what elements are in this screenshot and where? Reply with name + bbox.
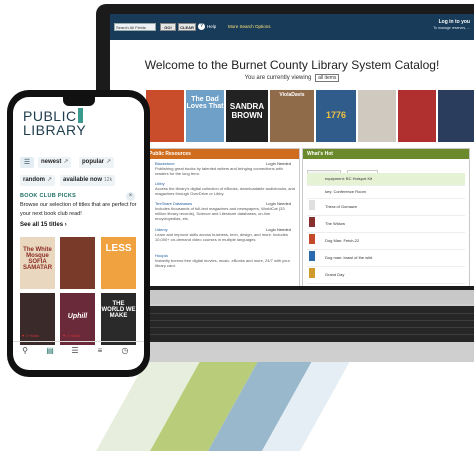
resource-desc: Publishing great books by talented write… bbox=[155, 166, 283, 176]
hot-item[interactable]: Dog man: brawl of the wild bbox=[307, 250, 465, 267]
bottom-nav: ⚲ ▤ ☰ ≡ ◷ bbox=[13, 341, 144, 360]
resource-login-note: Login Needed bbox=[266, 201, 291, 206]
hot-item-title: Grand Day bbox=[325, 272, 345, 277]
whats-hot-list: equipment: BC Hotspot Kit key: Conferenc… bbox=[307, 173, 465, 284]
book-cover[interactable]: The White Mosque SOFIA SAMATAR bbox=[20, 237, 55, 289]
stack-icon[interactable]: ≡ bbox=[94, 346, 106, 356]
hot-item[interactable]: Thera of Gomawn bbox=[307, 199, 465, 216]
resource-item[interactable]: Blackstone Login Needed Publishing great… bbox=[155, 161, 295, 176]
hot-item-title: equipment: BC Hotspot Kit bbox=[325, 176, 373, 181]
hot-item-thumbnail bbox=[309, 234, 315, 244]
chip-popular[interactable]: popular ↗ bbox=[79, 157, 115, 168]
help-icon[interactable]: ? bbox=[198, 23, 205, 30]
whats-hot-tabs: Most Popular What's New bbox=[307, 163, 380, 178]
chip-newest[interactable]: newest ↗ bbox=[38, 157, 72, 168]
whats-hot-panel: What's Hot Most Popular What's New equip… bbox=[302, 148, 470, 286]
sort-arrow-icon: ↗ bbox=[63, 159, 69, 165]
viewing-row: You are currently viewing all items bbox=[110, 74, 474, 82]
close-icon[interactable]: × bbox=[126, 192, 135, 201]
clear-button[interactable]: CLEAR bbox=[178, 23, 196, 31]
carousel-cover[interactable]: 1776 bbox=[316, 90, 356, 142]
catalog-topbar: Search All Fields GO! CLEAR ? Help More … bbox=[110, 14, 474, 40]
search-scope-select[interactable]: Search All Fields bbox=[114, 23, 156, 31]
chip-available-now[interactable]: available now 12k bbox=[60, 175, 116, 186]
laptop-keyboard bbox=[120, 306, 474, 342]
available-count: 12k bbox=[104, 177, 113, 183]
hot-item-title: Dog man: brawl of the wild bbox=[325, 255, 373, 260]
viewing-label: You are currently viewing bbox=[244, 75, 312, 81]
hot-item[interactable]: The Widow bbox=[307, 216, 465, 233]
sort-arrow-icon: ↗ bbox=[47, 177, 53, 183]
resource-desc: Includes thousands of full-text magazine… bbox=[155, 206, 285, 221]
viewing-select[interactable]: all items bbox=[315, 74, 340, 82]
public-library-logo: PUBLIC LIBRARY bbox=[23, 108, 87, 138]
login-link[interactable]: Log in to you bbox=[439, 19, 470, 25]
hot-item-title: key: Conference Room bbox=[325, 189, 366, 194]
hot-item-thumbnail bbox=[309, 268, 315, 278]
resource-item[interactable]: Udemy Login Needed Learn and improve ski… bbox=[155, 227, 295, 242]
catalog-screen: Search All Fields GO! CLEAR ? Help More … bbox=[110, 14, 474, 286]
cover-carousel: The Dad Loves That SANDRA BROWN ViolaDav… bbox=[146, 90, 474, 142]
search-icon[interactable]: ⚲ bbox=[19, 346, 31, 356]
phone-screen: PUBLIC LIBRARY ☰ newest ↗ popular ↗ random… bbox=[13, 97, 144, 370]
carousel-cover[interactable] bbox=[358, 90, 396, 142]
book-club-picks-title: BOOK CLUB PICKS bbox=[20, 193, 77, 199]
hot-item[interactable]: equipment: BC Hotspot Kit bbox=[307, 173, 465, 186]
whats-hot-header: What's Hot bbox=[303, 149, 469, 159]
hot-item-thumbnail bbox=[309, 217, 315, 227]
book-cover[interactable]: THE WORLD WE MAKE bbox=[101, 293, 136, 345]
resource-desc: Access the library's digital collection … bbox=[155, 186, 295, 196]
catalog-title: Welcome to the Burnet County Library Sys… bbox=[144, 58, 440, 72]
carousel-cover[interactable] bbox=[146, 90, 184, 142]
resource-item[interactable]: Libby Access the library's digital colle… bbox=[155, 181, 295, 196]
hot-item[interactable]: Grand Day bbox=[307, 267, 465, 284]
resource-item[interactable]: Hoopla Instantly borrow free digital mov… bbox=[155, 253, 295, 268]
phone-notch bbox=[63, 97, 95, 106]
menu-icon[interactable]: ☰ bbox=[69, 346, 81, 356]
resource-login-note: Login Needed bbox=[266, 227, 291, 232]
chip-random[interactable]: random ↗ bbox=[20, 175, 56, 186]
hot-item[interactable]: key: Conference Room bbox=[307, 186, 465, 199]
library-icon[interactable]: ▤ bbox=[44, 346, 56, 356]
login-subtext: To manage reserves, ... bbox=[433, 26, 470, 30]
resource-login-note: Login Needed bbox=[266, 161, 291, 166]
carousel-cover[interactable]: ViolaDavis bbox=[270, 90, 314, 142]
resource-desc: Learn and improve skills across business… bbox=[155, 232, 288, 242]
public-resources-panel: Public Resources Blackstone Login Needed… bbox=[146, 148, 300, 286]
see-all-link[interactable]: See all 15 titles › bbox=[20, 222, 67, 228]
carousel-cover[interactable] bbox=[398, 90, 436, 142]
help-link[interactable]: Help bbox=[207, 24, 216, 29]
carousel-cover[interactable]: The Dad Loves That bbox=[186, 90, 224, 142]
hot-item-title: Thera of Gomawn bbox=[325, 204, 358, 209]
clock-icon[interactable]: ◷ bbox=[119, 346, 131, 356]
go-button[interactable]: GO! bbox=[160, 23, 176, 31]
public-resources-header: Public Resources bbox=[147, 149, 299, 159]
book-cover[interactable]: LESS bbox=[101, 237, 136, 289]
sort-arrow-icon: ↗ bbox=[106, 159, 112, 165]
logo-bar-icon bbox=[78, 108, 83, 123]
resource-desc: Instantly borrow free digital movies, mu… bbox=[155, 258, 290, 268]
carousel-cover[interactable] bbox=[438, 90, 474, 142]
holds-tag: ♥ 4 Holds bbox=[63, 333, 81, 338]
filter-icon[interactable]: ☰ bbox=[20, 157, 34, 168]
hot-item-thumbnail bbox=[309, 200, 315, 210]
book-club-picks-description: Browse our selection of titles that are … bbox=[20, 202, 137, 217]
hot-item[interactable]: Dog Man: Fetch-22 bbox=[307, 233, 465, 250]
resource-item[interactable]: TexShare Databases Login Needed Includes… bbox=[155, 201, 295, 221]
carousel-cover[interactable]: SANDRA BROWN bbox=[226, 90, 268, 142]
hot-item-thumbnail bbox=[309, 251, 315, 261]
hot-item-title: Dog Man: Fetch-22 bbox=[325, 238, 360, 243]
hot-item-title: The Widow bbox=[325, 221, 346, 226]
book-cover[interactable] bbox=[60, 237, 95, 289]
more-search-options-link[interactable]: More Search Options bbox=[228, 24, 271, 29]
holds-tag: ♥ 3 Holds bbox=[22, 333, 40, 338]
